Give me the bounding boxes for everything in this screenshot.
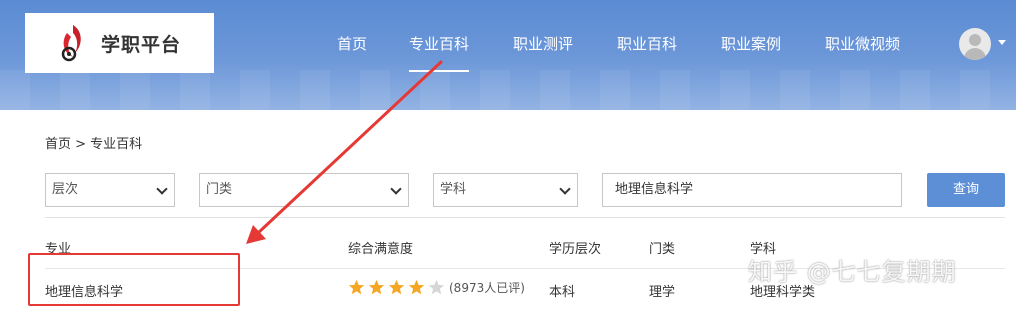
nav-item-career-cases[interactable]: 职业案例 [721,33,781,54]
column-header-degree-level: 学历层次 [549,242,602,257]
chevron-down-icon [390,183,402,195]
brand-logo[interactable]: 学职平台 [25,13,214,73]
rating-count: (8973人已评) [449,281,525,295]
star-filled-icon [348,279,365,295]
annotation-highlight-box [28,253,240,306]
breadcrumb: 首页 > 专业百科 [45,137,143,152]
star-empty-icon [428,279,445,295]
avatar-head-shape [969,34,981,46]
nav-item-major-encyclopedia[interactable]: 专业百科 [409,33,470,72]
column-header-category: 门类 [649,242,676,257]
user-avatar[interactable] [959,28,991,60]
nav-item-career-videos[interactable]: 职业微视频 [825,33,900,54]
chevron-down-icon [559,183,571,195]
star-filled-icon [388,279,405,295]
nav-item-home[interactable]: 首页 [337,33,367,54]
level-select[interactable]: 层次 [45,173,175,207]
star-filled-icon [368,279,385,295]
search-button[interactable]: 查询 [927,173,1005,207]
satisfaction-rating: (8973人已评) [348,279,525,296]
watermark: 知乎 @七七复期期 [748,258,957,286]
subject-select[interactable]: 学科 [433,173,578,207]
category-select[interactable]: 门类 [199,173,409,207]
nav-item-career-assessment[interactable]: 职业测评 [513,33,573,54]
star-filled-icon [408,279,425,295]
brand-logo-icon [61,25,81,62]
table-divider [45,217,1005,218]
avatar-body-shape [964,48,986,60]
chevron-down-icon [156,183,168,195]
chevron-down-icon[interactable] [998,40,1006,45]
column-header-satisfaction: 综合满意度 [348,242,414,257]
level-select-value: 层次 [52,182,79,197]
category-select-value: 门类 [206,182,233,197]
degree-level-cell: 本科 [549,285,576,300]
nav-item-career-encyclopedia[interactable]: 职业百科 [617,33,677,54]
category-cell: 理学 [649,285,676,300]
brand-name: 学职平台 [101,33,182,56]
search-input[interactable]: 地理信息科学 [602,173,902,207]
subject-select-value: 学科 [440,182,467,197]
